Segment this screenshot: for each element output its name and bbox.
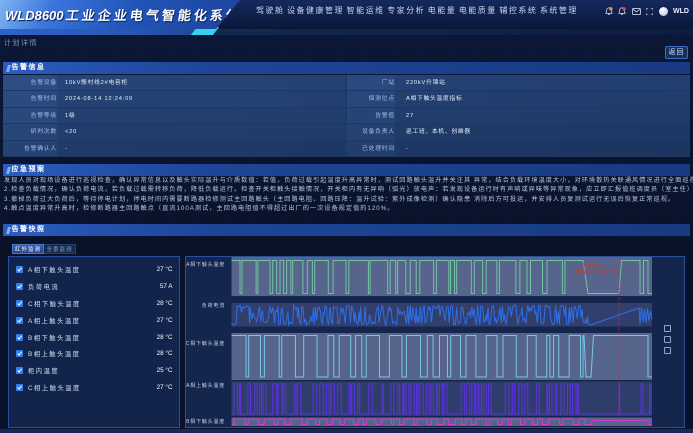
svg-text:告警时间: 告警时间 [581,262,603,269]
svg-text:08-14 12:24:09: 08-14 12:24:09 [574,270,616,276]
